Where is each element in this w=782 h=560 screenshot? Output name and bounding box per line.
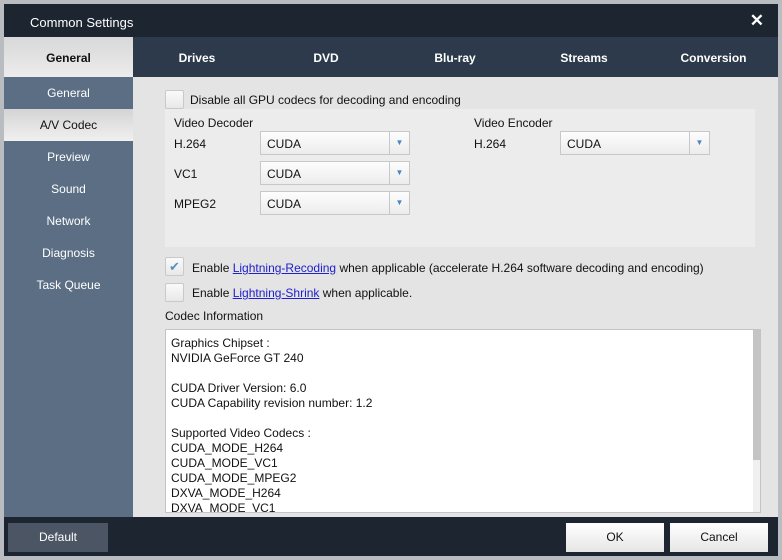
codec-info-line xyxy=(171,366,760,381)
sidebar-item-general[interactable]: General xyxy=(4,77,133,109)
decoder-title: Video Decoder xyxy=(174,116,254,130)
select-value: CUDA xyxy=(267,197,302,211)
codec-info-line: DXVA_MODE_VC1 xyxy=(171,501,276,513)
title-bar: Common Settings ✕ xyxy=(4,4,778,37)
scrollbar[interactable] xyxy=(753,330,760,512)
lightning-shrink-link[interactable]: Lightning-Shrink xyxy=(233,286,320,300)
encoder-h264-select[interactable]: CUDA ▼ xyxy=(560,131,710,155)
shrink-pre: Enable xyxy=(192,286,233,300)
select-value: CUDA xyxy=(267,167,302,181)
lightning-recoding-link[interactable]: Lightning-Recoding xyxy=(233,261,336,275)
chevron-down-icon: ▼ xyxy=(389,192,409,214)
shrink-label: Enable Lightning-Shrink when applicable. xyxy=(192,286,412,300)
tab-dvd[interactable]: DVD xyxy=(261,37,391,77)
codec-info-line: CUDA_MODE_H264 xyxy=(171,441,284,455)
chevron-down-icon: ▼ xyxy=(689,132,709,154)
ok-button[interactable]: OK xyxy=(566,523,664,552)
default-button[interactable]: Default xyxy=(8,523,108,552)
close-icon[interactable]: ✕ xyxy=(750,11,764,31)
select-value: CUDA xyxy=(267,137,302,151)
window-title: Common Settings xyxy=(30,15,134,30)
recoding-label: Enable Lightning-Recoding when applicabl… xyxy=(192,261,704,275)
shrink-post: when applicable. xyxy=(319,286,413,300)
codec-info-line: NVIDIA GeForce GT 240 xyxy=(171,351,304,365)
sidebar-item-diagnosis[interactable]: Diagnosis xyxy=(4,237,133,269)
decoder-vc1-select[interactable]: CUDA ▼ xyxy=(260,161,410,185)
checkmark-icon: ✔ xyxy=(169,259,180,274)
settings-window: Common Settings ✕ General Drives DVD Blu-… xyxy=(4,4,778,556)
chevron-down-icon: ▼ xyxy=(389,162,409,184)
av-codec-panel: Disable all GPU codecs for decoding and … xyxy=(133,77,778,517)
sidebar-item-task-queue[interactable]: Task Queue xyxy=(4,269,133,301)
decoder-mpeg2-label: MPEG2 xyxy=(174,197,217,211)
tab-streams[interactable]: Streams xyxy=(519,37,649,77)
sidebar-item-sound[interactable]: Sound xyxy=(4,173,133,205)
decoder-h264-label: H.264 xyxy=(174,137,207,151)
recoding-checkbox[interactable]: ✔ xyxy=(165,257,184,276)
cancel-button[interactable]: Cancel xyxy=(670,523,768,552)
chevron-down-icon: ▼ xyxy=(389,132,409,154)
codec-info-line: CUDA Driver Version: 6.0 xyxy=(171,381,307,395)
codec-info-line: CUDA_MODE_VC1 xyxy=(171,456,278,470)
codec-info-line: CUDA_MODE_MPEG2 xyxy=(171,471,297,485)
tab-drives[interactable]: Drives xyxy=(133,37,261,77)
decoder-h264-select[interactable]: CUDA ▼ xyxy=(260,131,410,155)
encoder-h264-label: H.264 xyxy=(474,137,507,151)
codec-info-line: DXVA_MODE_H264 xyxy=(171,486,281,500)
footer: Default OK Cancel xyxy=(4,517,778,556)
shrink-checkbox[interactable] xyxy=(165,283,184,302)
codec-info-title: Codec Information xyxy=(165,309,264,323)
sidebar: General A/V Codec Preview Sound Network … xyxy=(4,77,133,517)
tab-bluray[interactable]: Blu-ray xyxy=(391,37,519,77)
codec-info-line: CUDA Capability revision number: 1.2 xyxy=(171,396,373,410)
codec-info-box[interactable]: Graphics Chipset : NVIDIA GeForce GT 240 C… xyxy=(165,329,761,513)
codec-info-line xyxy=(171,411,760,426)
tab-general[interactable]: General xyxy=(4,37,133,77)
sidebar-item-preview[interactable]: Preview xyxy=(4,141,133,173)
codec-info-line: Supported Video Codecs : xyxy=(171,426,311,440)
sidebar-item-av-codec[interactable]: A/V Codec xyxy=(4,109,133,141)
decoder-vc1-label: VC1 xyxy=(174,167,198,181)
scrollbar-thumb[interactable] xyxy=(753,330,760,460)
decoder-mpeg2-select[interactable]: CUDA ▼ xyxy=(260,191,410,215)
recoding-post: when applicable (accelerate H.264 softwa… xyxy=(336,261,704,275)
disable-gpu-label: Disable all GPU codecs for decoding and … xyxy=(190,93,461,107)
tab-conversion[interactable]: Conversion xyxy=(649,37,778,77)
select-value: CUDA xyxy=(567,137,602,151)
recoding-pre: Enable xyxy=(192,261,233,275)
tab-bar: General Drives DVD Blu-ray Streams Conve… xyxy=(4,37,778,77)
encoder-title: Video Encoder xyxy=(474,116,553,130)
disable-gpu-checkbox[interactable] xyxy=(165,90,184,109)
sidebar-item-network[interactable]: Network xyxy=(4,205,133,237)
codec-info-line: Graphics Chipset : xyxy=(171,336,270,350)
